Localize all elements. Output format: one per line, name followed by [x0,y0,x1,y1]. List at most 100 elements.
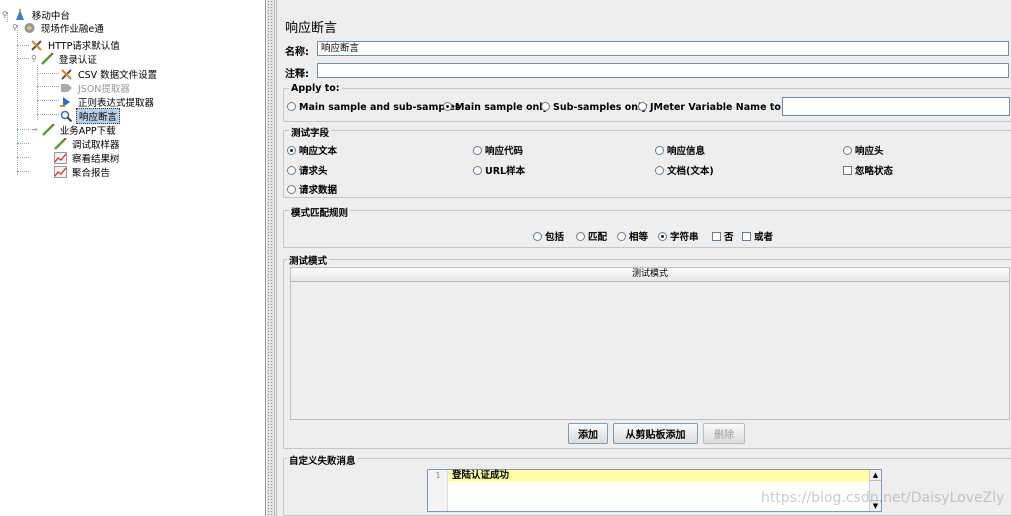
field-response-code-radio[interactable]: 响应代码 [473,143,523,157]
sampler-pencil-icon [40,51,54,65]
tree-node-label: 登录认证 [58,54,97,66]
tree-node-response-assertion[interactable]: 响应断言 [60,107,121,124]
tree-node-json-extractor[interactable]: JSON提取器 [60,81,132,95]
name-field[interactable]: 响应断言 [317,41,1009,56]
listener-chart-icon [54,165,67,178]
apply-main-only-radio[interactable]: Main sample only [443,102,549,113]
checkbox-icon [843,166,852,175]
radio-icon [473,166,482,175]
radio-icon [541,102,550,111]
rule-contains-radio[interactable]: 包括 [533,229,564,243]
panel-title: 响应断言 [285,21,338,36]
test-field-group [283,130,1011,198]
sampler-pencil-icon [41,122,55,136]
apply-jmeter-variable-radio[interactable]: JMeter Variable Name to use [638,102,803,113]
tree-node-test-plan[interactable]: ⚲ 移动中台 [2,8,72,22]
field-url-sample-radio[interactable]: URL样本 [473,163,525,177]
ignore-status-checkbox[interactable]: 忽略状态 [843,163,893,177]
field-response-message-radio[interactable]: 响应信息 [655,143,705,157]
radio-icon [617,232,626,241]
rule-matches-radio[interactable]: 匹配 [576,229,607,243]
apply-sub-only-radio[interactable]: Sub-samples only [541,102,648,113]
tree-node-csv[interactable]: CSV 数据文件设置 [60,67,159,81]
failure-message-text: 登陆认证成功 [449,470,869,482]
patterns-table[interactable]: 测试模式 [290,267,1010,420]
comment-field[interactable] [317,63,1009,78]
add-button[interactable]: 添加 [568,423,608,444]
radio-icon [287,185,296,194]
radio-icon [655,166,664,175]
tree-node-app-download[interactable]: ⊸ 业务APP下载 [31,122,118,137]
field-document-text-radio[interactable]: 文档(文本) [655,163,714,177]
pattern-rules-label: 模式匹配规则 [289,205,351,219]
tree-node-login[interactable]: ⚲ 登录认证 [31,51,99,66]
jmeter-variable-field[interactable] [782,97,1010,116]
tree-node-label: CSV 数据文件设置 [78,69,158,81]
testplan-icon [14,8,27,21]
expand-toggle-icon[interactable]: ⚲ [31,54,37,63]
expand-toggle-icon[interactable]: ⚲ [12,23,18,32]
scroll-up-icon[interactable]: ▲ [870,470,881,481]
collapse-toggle-icon[interactable]: ⊸ [31,125,38,134]
radio-selected-icon [443,102,452,111]
tree-node-http-defaults[interactable]: HTTP请求默认值 [30,38,122,52]
failure-message-label: 自定义失败消息 [287,453,358,467]
field-request-data-radio[interactable]: 请求数据 [287,182,337,196]
tree-node-label: HTTP请求默认值 [48,40,120,52]
radio-icon [843,146,852,155]
tree-node-label: JSON提取器 [78,83,130,95]
tree-node-label: 正则表达式提取器 [78,97,155,109]
radio-icon [638,102,647,111]
patterns-column-header[interactable]: 测试模式 [291,268,1009,282]
threadgroup-gear-icon [23,22,36,34]
delete-button[interactable]: 删除 [703,423,745,444]
radio-selected-icon [658,232,667,241]
add-from-clipboard-button[interactable]: 从剪贴板添加 [613,423,698,444]
apply-to-label: Apply to: [289,83,342,94]
rule-or-checkbox[interactable]: 或者 [742,229,773,243]
extractor-disabled-icon [60,82,73,94]
extractor-arrow-icon [60,96,73,108]
test-plan-tree[interactable]: ⚲ 移动中台 ⚲ 现场作业融e通 HTTP请求默认值 ⚲ 登录认证 CSV 数据… [0,0,266,516]
line-number: 1 [435,471,441,480]
apply-main-and-sub-radio[interactable]: Main sample and sub-samples [287,102,461,113]
checkbox-icon [712,232,721,241]
assertion-magnifier-icon [60,110,73,122]
radio-icon [655,146,664,155]
listener-chart-icon [54,151,67,164]
tree-node-label-selected: 响应断言 [76,107,121,124]
tree-node-thread-group[interactable]: ⚲ 现场作业融e通 [12,21,106,35]
expand-toggle-icon[interactable]: ⚲ [2,10,8,19]
tree-node-regex-extractor[interactable]: 正则表达式提取器 [60,95,156,109]
panel-splitter[interactable] [267,0,275,516]
radio-icon [533,232,542,241]
sampler-pencil-icon [54,136,67,150]
radio-icon [287,166,296,175]
tree-node-label: 现场作业融e通 [40,23,104,35]
tree-node-label: 察看结果树 [72,153,120,165]
tree-node-debug-sampler[interactable]: 调试取样器 [54,136,122,151]
tree-node-label: 业务APP下载 [59,125,116,137]
test-patterns-label: 测试模式 [287,253,330,267]
rule-equals-radio[interactable]: 相等 [617,229,648,243]
tree-node-label: 调试取样器 [72,139,120,151]
radio-icon [576,232,585,241]
watermark: https://blog.csdn.net/DaisyLoveZly [761,490,1005,506]
name-label: 名称: [285,47,309,58]
response-assertion-panel: 响应断言 名称: 响应断言 注释: Apply to: Main sample … [276,0,1011,516]
rule-substring-radio[interactable]: 字符串 [658,229,699,243]
config-wrench-icon [30,39,43,51]
field-request-headers-radio[interactable]: 请求头 [287,163,328,177]
field-response-headers-radio[interactable]: 响应头 [843,143,884,157]
radio-icon [287,102,296,111]
comment-label: 注释: [285,69,309,80]
test-field-label: 测试字段 [289,125,332,139]
rule-not-checkbox[interactable]: 否 [712,229,734,243]
tree-node-label: 聚合报告 [72,167,111,179]
tree-node-results-tree[interactable]: 察看结果树 [54,151,122,165]
tree-node-label: 移动中台 [31,10,70,22]
tree-node-aggregate-report[interactable]: 聚合报告 [54,165,112,179]
checkbox-icon [742,232,751,241]
field-response-text-radio[interactable]: 响应文本 [287,143,337,157]
radio-icon [473,146,482,155]
